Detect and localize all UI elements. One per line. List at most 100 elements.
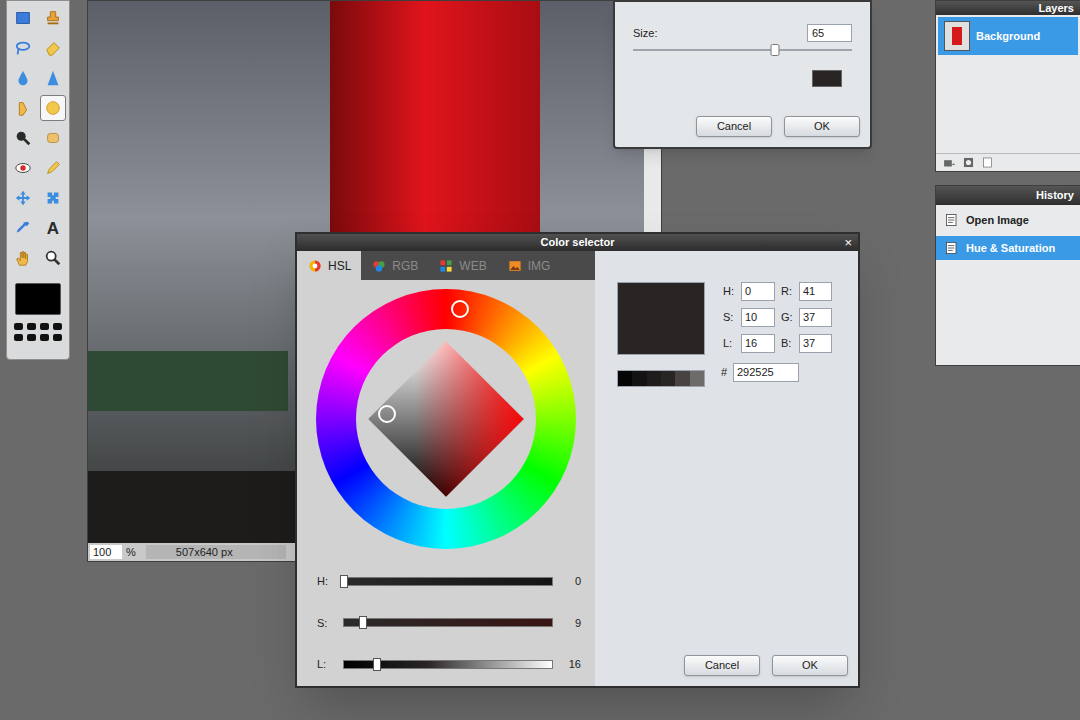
palette-dot[interactable] bbox=[14, 334, 23, 341]
history-item[interactable]: Open Image bbox=[936, 208, 1080, 232]
tool-button[interactable] bbox=[10, 5, 36, 31]
slider-track[interactable] bbox=[343, 577, 553, 586]
stamp-icon bbox=[44, 9, 62, 27]
slider-handle[interactable] bbox=[340, 575, 348, 588]
tool-button[interactable] bbox=[40, 35, 66, 61]
cancel-button-label: Cancel bbox=[705, 657, 739, 674]
tool-button[interactable] bbox=[40, 5, 66, 31]
slider-handle[interactable] bbox=[359, 616, 367, 629]
size-row: Size: 65 bbox=[633, 24, 852, 42]
tool-button[interactable] bbox=[40, 155, 66, 181]
layer-thumbnail-shape bbox=[952, 27, 962, 45]
tool-button[interactable] bbox=[40, 65, 66, 91]
slider-track[interactable] bbox=[343, 618, 553, 627]
shade-strip bbox=[617, 370, 705, 387]
palette-dot[interactable] bbox=[14, 323, 23, 330]
hue-marker[interactable] bbox=[451, 300, 469, 318]
cancel-button[interactable]: Cancel bbox=[696, 116, 772, 137]
tool-button[interactable]: A bbox=[40, 215, 66, 241]
tool-button[interactable] bbox=[10, 125, 36, 151]
hsl-field[interactable]: 16 bbox=[741, 334, 775, 353]
primary-color-swatch[interactable] bbox=[15, 283, 61, 315]
palette-dot[interactable] bbox=[53, 334, 62, 341]
history-step-icon bbox=[944, 240, 960, 256]
cancel-button[interactable]: Cancel bbox=[684, 655, 760, 676]
color-tab[interactable]: WEB bbox=[428, 251, 496, 280]
tool-button[interactable] bbox=[40, 125, 66, 151]
palette-dot[interactable] bbox=[53, 323, 62, 330]
field-label: S: bbox=[723, 309, 737, 326]
shade-swatch[interactable] bbox=[661, 371, 675, 386]
tool-grid: A bbox=[10, 5, 66, 271]
color-selector-title: Color selector bbox=[541, 234, 615, 251]
text-tool-glyph: A bbox=[47, 220, 59, 237]
tool-button[interactable] bbox=[10, 35, 36, 61]
rgb-field[interactable]: 41 bbox=[799, 282, 832, 301]
desktop: A100%507x640 pxSize:65CancelOKLayersBack… bbox=[0, 0, 1080, 720]
brush-color-swatch[interactable] bbox=[812, 70, 842, 87]
ok-button[interactable]: OK bbox=[772, 655, 848, 676]
tool-button[interactable] bbox=[10, 215, 36, 241]
hsl-field[interactable]: 0 bbox=[741, 282, 775, 301]
shade-swatch[interactable] bbox=[618, 371, 632, 386]
brush-color-row bbox=[633, 70, 852, 87]
color-marker[interactable] bbox=[378, 405, 396, 423]
size-slider-handle[interactable] bbox=[771, 44, 780, 56]
color-tab-label: RGB bbox=[392, 257, 418, 275]
zoom-icon bbox=[44, 249, 62, 267]
blur-icon bbox=[44, 99, 62, 117]
rgb-field[interactable]: 37 bbox=[799, 334, 832, 353]
ok-button[interactable]: OK bbox=[784, 116, 860, 137]
shade-swatch[interactable] bbox=[632, 371, 646, 386]
tool-button[interactable] bbox=[10, 185, 36, 211]
slider-track[interactable] bbox=[343, 660, 553, 669]
tool-button[interactable] bbox=[10, 65, 36, 91]
layer-row[interactable]: Background bbox=[938, 17, 1078, 55]
tool-button[interactable] bbox=[10, 245, 36, 271]
dropper-icon bbox=[14, 219, 32, 237]
palette-dot[interactable] bbox=[40, 334, 49, 341]
values-top: H:0R:41S:10G:37L:16B:37#292525 bbox=[617, 282, 848, 387]
hue-wheel[interactable] bbox=[316, 289, 576, 549]
color-tabs: HSL RGB WEB IMG bbox=[297, 251, 595, 280]
slider-handle[interactable] bbox=[373, 658, 381, 671]
zoom-unit: % bbox=[126, 544, 136, 561]
layers-list: Background bbox=[936, 15, 1080, 153]
size-slider[interactable] bbox=[633, 44, 852, 56]
shade-swatch[interactable] bbox=[690, 371, 704, 386]
layers-title-bar: Layers bbox=[936, 1, 1080, 15]
color-tab[interactable]: IMG bbox=[497, 251, 561, 280]
color-preview bbox=[617, 282, 705, 355]
palette-dot[interactable] bbox=[27, 334, 36, 341]
cancel-button-label: Cancel bbox=[717, 118, 751, 135]
zoom-field[interactable]: 100 bbox=[90, 545, 122, 559]
close-button[interactable]: × bbox=[844, 234, 852, 251]
rgb-field[interactable]: 37 bbox=[799, 308, 832, 327]
history-panel: HistoryOpen ImageHue & Saturation bbox=[935, 185, 1080, 366]
history-item[interactable]: Hue & Saturation bbox=[936, 236, 1080, 260]
color-tab[interactable]: RGB bbox=[361, 251, 428, 280]
shade-swatch[interactable] bbox=[675, 371, 689, 386]
magnify-icon bbox=[14, 129, 32, 147]
palette-dot[interactable] bbox=[40, 323, 49, 330]
size-field[interactable]: 65 bbox=[807, 24, 852, 42]
palette-dot[interactable] bbox=[27, 323, 36, 330]
slider-value: 16 bbox=[559, 656, 581, 673]
color-tab-label: HSL bbox=[328, 257, 351, 275]
picker-pane: HSLRGBWEBIMGH:0S:9L:16 bbox=[297, 251, 595, 686]
shade-swatch[interactable] bbox=[647, 371, 661, 386]
layer-mask-icon bbox=[962, 156, 975, 169]
hex-field[interactable]: 292525 bbox=[733, 363, 799, 382]
hsl-field[interactable]: 10 bbox=[741, 308, 775, 327]
color-tab-label: WEB bbox=[459, 257, 486, 275]
layer-options-icon bbox=[942, 156, 956, 170]
tool-button[interactable] bbox=[40, 245, 66, 271]
color-tab[interactable]: HSL bbox=[297, 251, 361, 280]
tool-button[interactable] bbox=[10, 155, 36, 181]
size-label: Size: bbox=[633, 25, 657, 42]
tool-button[interactable] bbox=[10, 95, 36, 121]
drop-icon bbox=[14, 69, 32, 87]
tool-button[interactable] bbox=[40, 95, 66, 121]
tool-button[interactable] bbox=[40, 185, 66, 211]
hand-icon bbox=[14, 249, 32, 267]
